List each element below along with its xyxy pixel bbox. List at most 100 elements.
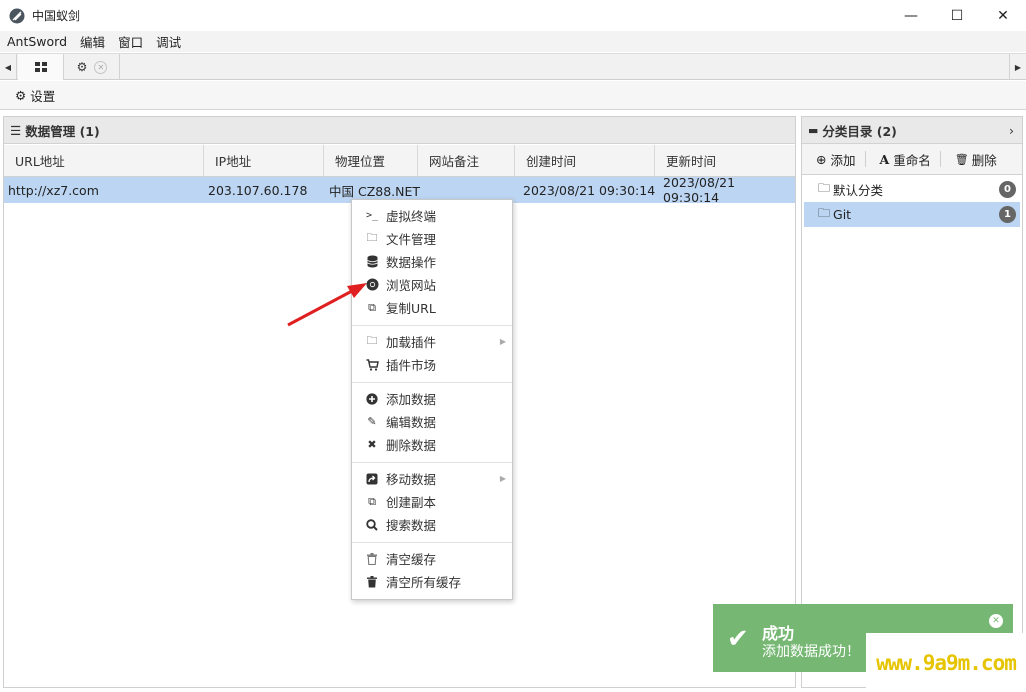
check-icon: ✔ xyxy=(727,624,749,654)
menu-item-label: 清空缓存 xyxy=(386,552,437,567)
settings-label: 设置 xyxy=(30,88,56,104)
menu-item-edit-data[interactable]: ✎ 编辑数据 xyxy=(352,410,512,433)
cell-created: 2023/08/21 09:30:14 xyxy=(523,182,656,198)
column-header-note[interactable]: 网站备注 xyxy=(418,145,515,176)
column-header-ip[interactable]: IP地址 xyxy=(204,145,324,176)
folder-icon: 🗀 xyxy=(818,206,831,220)
delete-category-label: 删除 xyxy=(971,152,997,168)
menu-item-database[interactable]: 数据操作 xyxy=(352,250,512,273)
close-window-button[interactable]: ✕ xyxy=(980,0,1026,31)
submenu-arrow-icon: ▶ xyxy=(499,337,506,346)
menu-item-terminal[interactable]: >_ 虚拟终端 xyxy=(352,204,512,227)
trash-icon xyxy=(365,575,379,589)
column-header-updated[interactable]: 更新时间 xyxy=(655,145,795,176)
category-title: 分类目录 (2) xyxy=(822,123,897,139)
grid-icon xyxy=(34,62,47,72)
menu-item-clear-all-cache[interactable]: 清空所有缓存 xyxy=(352,570,512,593)
tab-settings[interactable]: ⚙ ✕ xyxy=(65,54,120,80)
category-name: Git xyxy=(833,207,852,222)
menu-item-clear-cache[interactable]: 清空缓存 xyxy=(352,547,512,570)
context-menu: >_ 虚拟终端 🗀 文件管理 数据操作 浏览网站 ⧉ 复制URL 🗀 加载插件 … xyxy=(351,199,513,600)
edit-icon: ✎ xyxy=(367,415,377,428)
menu-item-label: 移动数据 xyxy=(386,472,437,487)
menu-item-plugin-market[interactable]: 插件市场 xyxy=(352,353,512,376)
menu-item-label: 删除数据 xyxy=(386,438,437,453)
minimize-button[interactable]: — xyxy=(888,0,934,31)
toast-close-icon[interactable]: ✕ xyxy=(989,614,1003,628)
trash-icon: 🗑 xyxy=(954,152,969,166)
maximize-button[interactable]: ☐ xyxy=(934,0,980,31)
plus-circle-icon: ⊕ xyxy=(816,151,827,167)
menu-item-label: 编辑数据 xyxy=(386,415,437,430)
menu-divider xyxy=(352,382,512,383)
menu-item-label: 搜索数据 xyxy=(386,518,437,533)
database-icon xyxy=(365,255,379,269)
menu-item-copy-url[interactable]: ⧉ 复制URL xyxy=(352,296,512,319)
tab-scroll-right-button[interactable]: ▶ xyxy=(1009,54,1026,80)
menu-item-label: 数据操作 xyxy=(386,255,437,270)
terminal-icon: >_ xyxy=(365,210,379,221)
chrome-icon xyxy=(365,278,379,292)
menu-item-label: 添加数据 xyxy=(386,392,437,407)
count-badge: 0 xyxy=(999,181,1016,198)
column-header-location[interactable]: 物理位置 xyxy=(324,145,418,176)
menu-debug[interactable]: 调试 xyxy=(149,32,187,51)
close-icon: ✖ xyxy=(367,438,377,451)
settings-button[interactable]: ⚙ 设置 xyxy=(15,86,55,105)
add-category-button[interactable]: ⊕ 添加 xyxy=(802,144,865,175)
table-header: URL地址 IP地址 物理位置 网站备注 创建时间 更新时间 xyxy=(4,145,795,177)
cart-icon xyxy=(365,358,379,372)
submenu-arrow-icon: ▶ xyxy=(499,474,506,483)
menu-item-file-manager[interactable]: 🗀 文件管理 xyxy=(352,227,512,250)
menu-item-delete-data[interactable]: ✖ 删除数据 xyxy=(352,433,512,456)
menu-item-add-data[interactable]: 添加数据 xyxy=(352,387,512,410)
rename-category-button[interactable]: A 重命名 xyxy=(866,144,940,175)
menu-edit[interactable]: 编辑 xyxy=(73,32,111,51)
menu-bar: AntSword 编辑 窗口 调试 xyxy=(0,31,1026,52)
menu-item-load-plugin[interactable]: 🗀 加载插件 ▶ xyxy=(352,330,512,353)
menu-item-label: 浏览网站 xyxy=(386,278,437,293)
watermark: www.9a9m.com xyxy=(866,633,1026,692)
menu-item-label: 清空所有缓存 xyxy=(386,575,462,590)
menu-item-move-data[interactable]: 移动数据 ▶ xyxy=(352,467,512,490)
tab-close-icon[interactable]: ✕ xyxy=(94,60,108,74)
cell-ip: 203.107.60.178 xyxy=(208,182,308,198)
copy-icon: ⧉ xyxy=(368,494,376,508)
column-header-url[interactable]: URL地址 xyxy=(4,145,204,176)
list-icon: ☰ xyxy=(10,122,22,138)
menu-item-label: 加载插件 xyxy=(386,335,437,350)
app-logo-icon xyxy=(9,8,25,23)
cell-url: http://xz7.com xyxy=(8,182,99,198)
category-header: ▬ 分类目录 (2) › xyxy=(802,117,1022,144)
menu-window[interactable]: 窗口 xyxy=(111,32,149,51)
toolbar: ⚙ 设置 xyxy=(0,81,1026,110)
trash-icon xyxy=(365,552,379,566)
add-category-label: 添加 xyxy=(830,152,856,168)
menu-antsword[interactable]: AntSword xyxy=(0,34,73,49)
tab-strip: ◀ ⚙ ✕ ▶ xyxy=(0,53,1026,80)
column-header-created[interactable]: 创建时间 xyxy=(515,145,655,176)
menu-item-label: 虚拟终端 xyxy=(386,209,437,224)
category-toolbar: ⊕ 添加 A 重命名 🗑 删除 xyxy=(802,144,1022,175)
tab-scroll-left-button[interactable]: ◀ xyxy=(0,54,17,80)
plus-circle-icon xyxy=(365,392,379,406)
menu-item-label: 创建副本 xyxy=(386,495,437,510)
folder-icon: 🗀 xyxy=(366,334,378,347)
menu-item-label: 插件市场 xyxy=(386,358,437,373)
delete-category-button[interactable]: 🗑 删除 xyxy=(941,144,1006,175)
menu-item-label: 文件管理 xyxy=(386,232,437,247)
tab-data-manager[interactable] xyxy=(18,54,64,80)
category-panel: ▬ 分类目录 (2) › ⊕ 添加 A 重命名 🗑 删除 🗀 默认分类 0 🗀 … xyxy=(801,116,1023,688)
data-manager-title: 数据管理 (1) xyxy=(25,123,100,139)
title-bar: 中国蚁剑 — ☐ ✕ xyxy=(0,0,1026,31)
menu-item-create-copy[interactable]: ⧉ 创建副本 xyxy=(352,490,512,513)
gear-icon: ⚙ xyxy=(15,87,27,103)
category-item-git[interactable]: 🗀 Git 1 xyxy=(804,202,1020,227)
category-name: 默认分类 xyxy=(833,183,884,198)
menu-item-search-data[interactable]: 搜索数据 xyxy=(352,513,512,536)
menu-divider xyxy=(352,542,512,543)
category-item-default[interactable]: 🗀 默认分类 0 xyxy=(802,177,1022,202)
collapse-chevron-icon[interactable]: › xyxy=(1009,123,1014,138)
menu-item-browse-site[interactable]: 浏览网站 xyxy=(352,273,512,296)
cell-updated: 2023/08/21 09:30:14 xyxy=(663,175,736,205)
